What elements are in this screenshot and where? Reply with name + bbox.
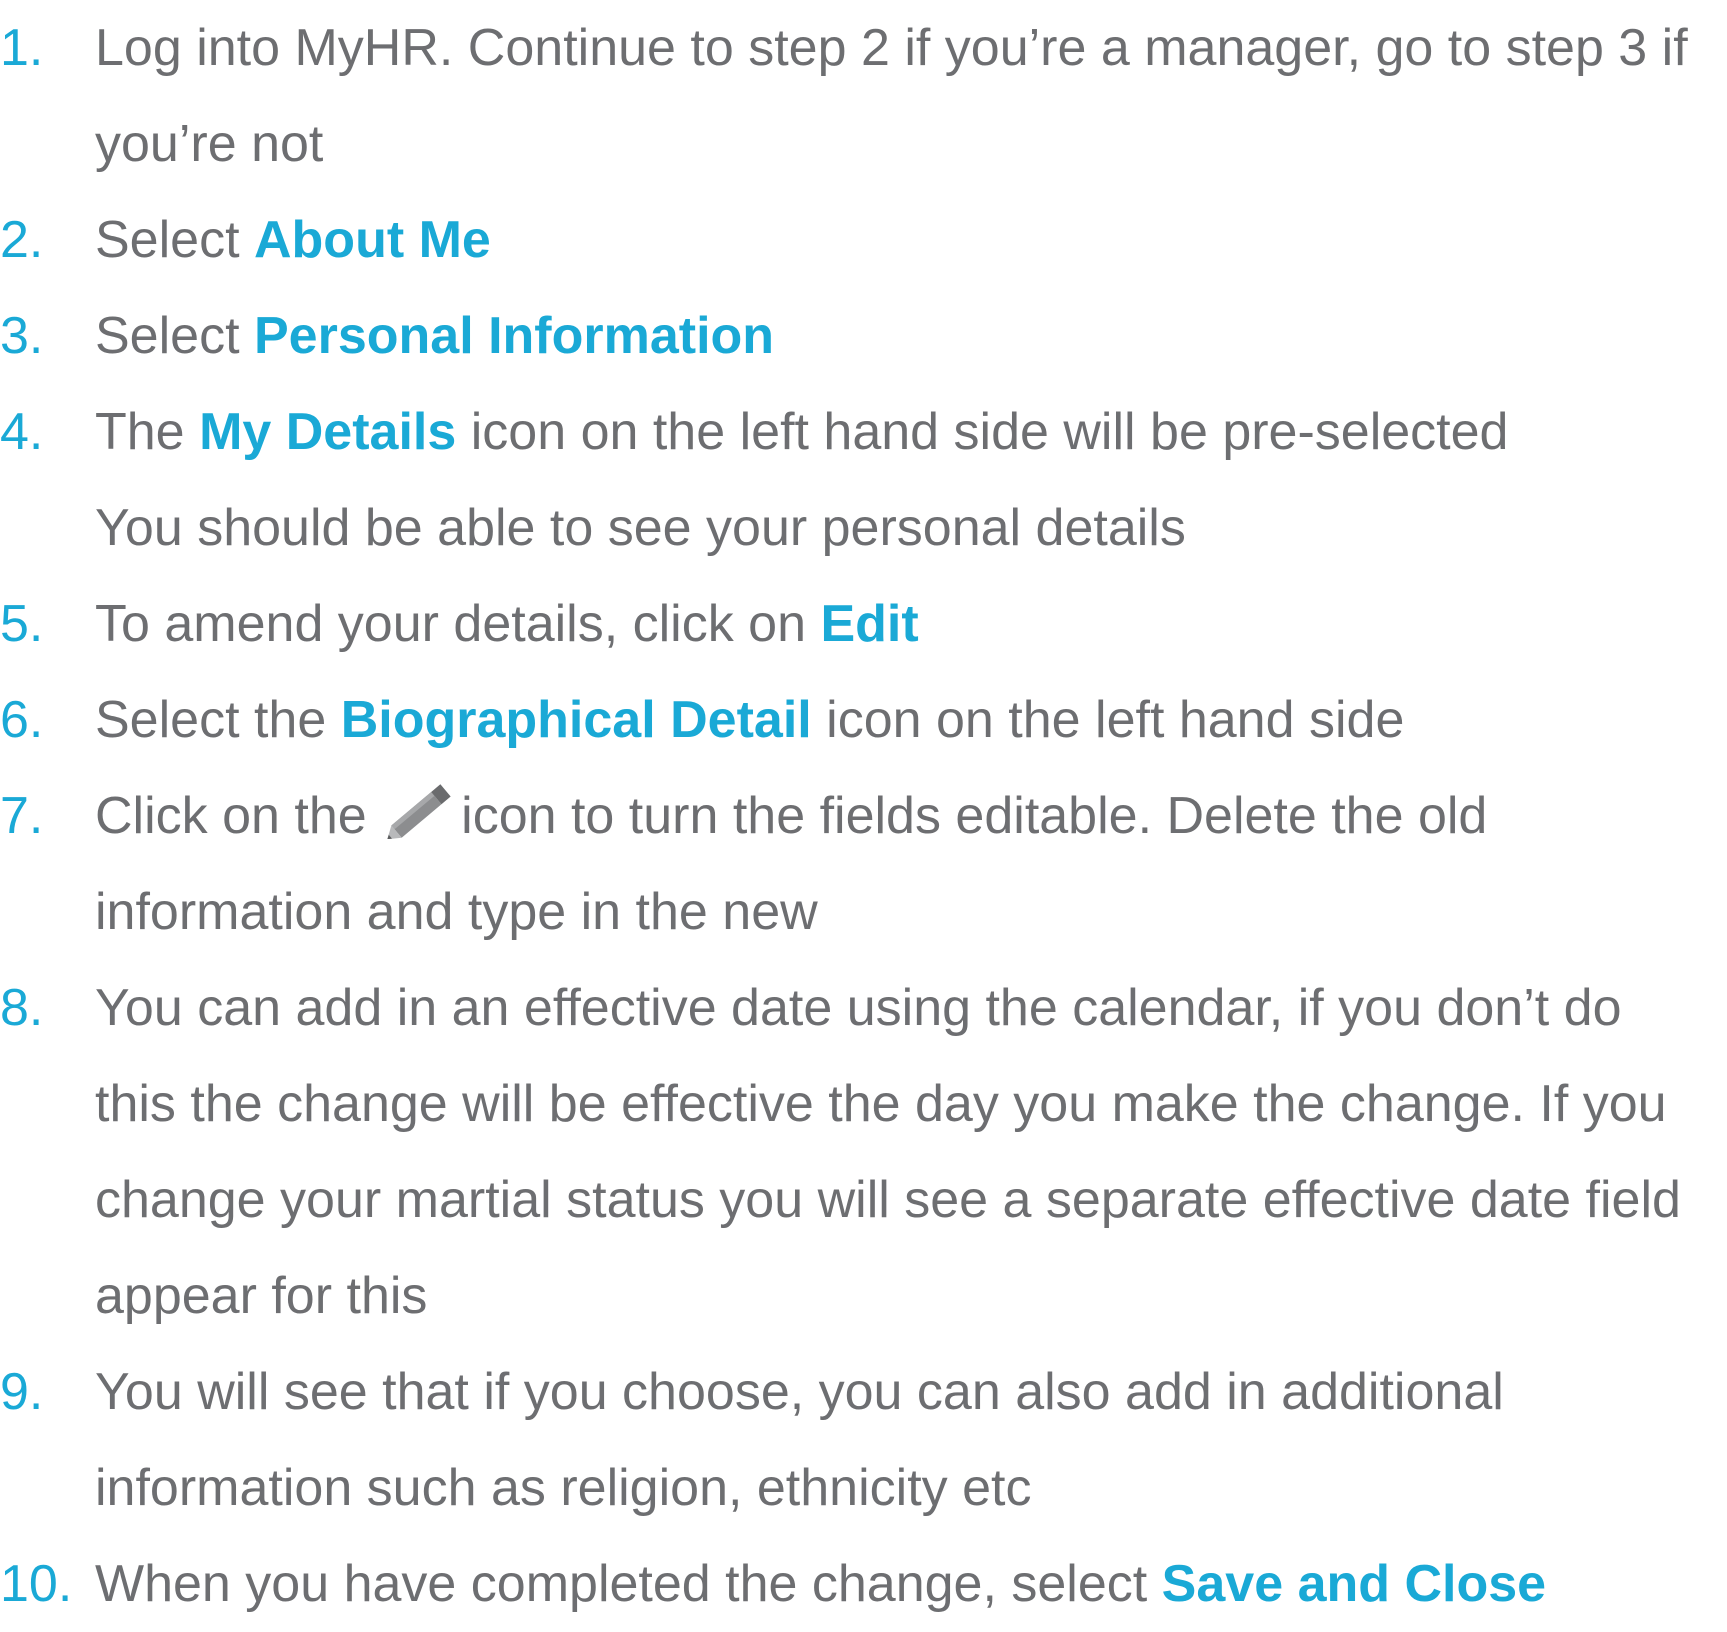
highlight-edit: Edit [820,595,919,653]
instruction-list: 1. Log into MyHR. Continue to step 2 if … [0,0,1727,1632]
pencil-icon [381,779,461,839]
step-text: change your martial status you will see … [95,1171,1681,1229]
step-number: 7. [0,787,44,845]
step-3: 3. Select Personal Information [0,288,1727,384]
step-text: You should be able to see your personal … [95,499,1186,557]
highlight-biographical-detail: Biographical Detail [340,691,812,749]
step-text: Log into MyHR. Continue to step 2 if you… [95,19,1688,77]
step-text-suffix: icon to turn the fields editable. Delete… [461,787,1488,845]
step-8: 8. You can add in an effective date usin… [0,960,1727,1344]
step-number: 3. [0,307,44,365]
step-text-prefix: The [95,403,200,461]
step-text: Click on the icon to turn the fields edi… [95,768,1727,864]
highlight-my-details: My Details [199,403,457,461]
highlight-save-and-close: Save and Close [1161,1555,1547,1613]
step-text-prefix: Select [95,211,254,269]
step-number: 6. [0,691,44,749]
step-number: 9. [0,1363,44,1421]
step-number: 10. [0,1555,73,1613]
step-4: 4. The My Details icon on the left hand … [0,384,1727,576]
step-2: 2. Select About Me [0,192,1727,288]
step-text: you’re not [95,115,324,173]
step-text-prefix: To amend your details, click on [95,595,821,653]
step-text: Select About Me [95,192,1727,288]
step-6: 6. Select the Biographical Detail icon o… [0,672,1727,768]
step-text: Select the Biographical Detail icon on t… [95,672,1727,768]
step-9: 9. You will see that if you choose, you … [0,1344,1727,1536]
step-text-prefix: Select [95,307,254,365]
step-text: You will see that if you choose, you can… [95,1363,1504,1421]
step-10: 10. When you have completed the change, … [0,1536,1727,1632]
step-text: this the change will be effective the da… [95,1075,1667,1133]
step-7: 7. Click on the icon to turn the fields … [0,768,1727,960]
step-number: 4. [0,403,44,461]
step-text-suffix: icon on the left hand side will be pre-s… [456,403,1509,461]
step-text: When you have completed the change, sele… [95,1536,1727,1632]
step-text-suffix: icon on the left hand side [811,691,1405,749]
step-text: information and type in the new [95,883,818,941]
step-text-prefix: When you have completed the change, sele… [95,1555,1162,1613]
step-text: information such as religion, ethnicity … [95,1459,1032,1517]
step-1: 1. Log into MyHR. Continue to step 2 if … [0,0,1727,192]
step-text-prefix: Click on the [95,787,382,845]
step-number: 8. [0,979,44,1037]
step-text: Select Personal Information [95,288,1727,384]
step-number: 5. [0,595,44,653]
highlight-about-me: About Me [253,211,491,269]
step-text-prefix: Select the [95,691,341,749]
step-5: 5. To amend your details, click on Edit [0,576,1727,672]
highlight-personal-information: Personal Information [253,307,775,365]
step-text: The My Details icon on the left hand sid… [95,384,1727,480]
step-text: appear for this [95,1267,428,1325]
step-text: You can add in an effective date using t… [95,979,1622,1037]
step-number: 1. [0,19,44,77]
step-text: To amend your details, click on Edit [95,576,1727,672]
step-number: 2. [0,211,44,269]
